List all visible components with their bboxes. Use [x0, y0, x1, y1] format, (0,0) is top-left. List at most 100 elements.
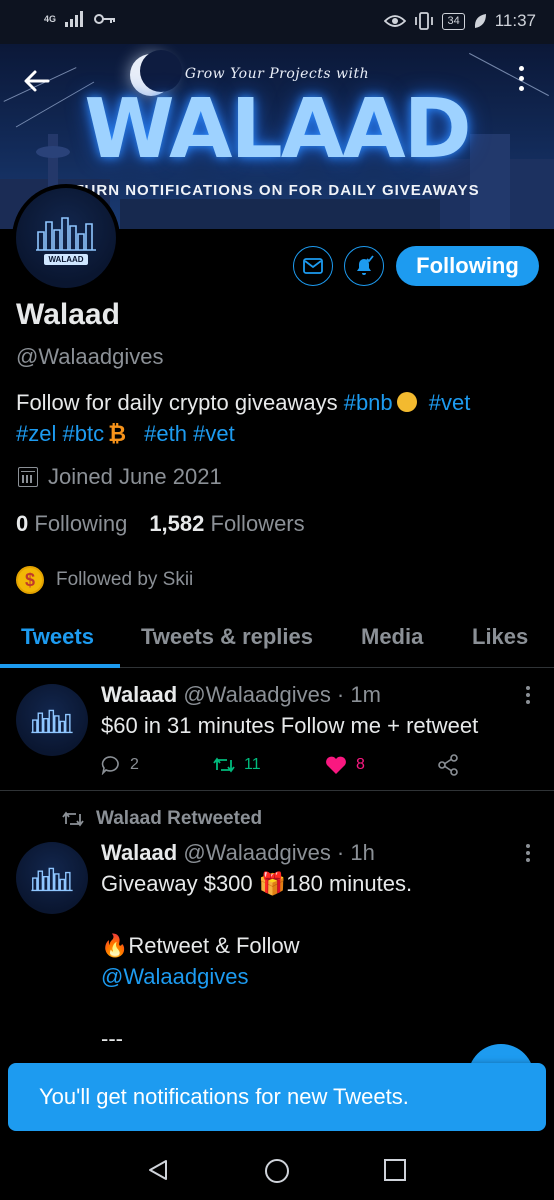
tweet-more-button[interactable] — [526, 844, 532, 865]
tweet-line: Giveaway $300 🎁180 minutes. — [101, 871, 413, 896]
tweet-author-name[interactable]: Walaad — [101, 840, 177, 865]
city-logo-icon — [31, 867, 73, 892]
joined-text: Joined June 2021 — [48, 464, 222, 489]
heart-filled-icon — [326, 756, 346, 774]
tab-tweets-replies[interactable]: Tweets & replies — [141, 624, 313, 650]
tweet-actions: 2 11 8 — [101, 754, 549, 776]
more-dot — [526, 851, 530, 855]
tweet[interactable]: Walaad @Walaadgives · 1m $60 in 31 minut… — [0, 668, 554, 790]
tweet-text: $60 in 31 minutes Follow me + retweet — [101, 713, 479, 738]
more-dot — [518, 86, 524, 91]
nav-back-button[interactable] — [146, 1158, 170, 1187]
square-recents-icon — [384, 1159, 406, 1181]
retweet-count: 11 — [244, 756, 261, 773]
hashtag-link[interactable]: #bnb — [344, 390, 393, 415]
retweet-button[interactable]: 11 — [213, 756, 325, 774]
more-dot — [526, 700, 530, 704]
circle-home-icon — [265, 1159, 289, 1183]
envelope-icon — [303, 258, 323, 274]
more-vertical-icon — [526, 844, 530, 848]
profile-name: Walaad — [16, 298, 120, 331]
profile-avatar[interactable]: WALAAD — [12, 184, 120, 292]
retweeted-text: Walaad Retweeted — [96, 808, 263, 829]
retweeted-indicator[interactable]: Walaad Retweeted — [62, 808, 262, 830]
tweet-line: --- — [101, 1026, 123, 1051]
more-dot — [518, 76, 524, 81]
back-button[interactable] — [22, 66, 54, 98]
tab-media[interactable]: Media — [361, 624, 423, 650]
status-bar: 4G 34 11:37 — [0, 0, 554, 44]
eye-icon — [384, 15, 407, 27]
retweet-icon — [213, 757, 235, 773]
signal-icon — [65, 11, 84, 27]
nav-home-button[interactable] — [264, 1158, 290, 1189]
more-options-button[interactable] — [514, 66, 528, 96]
following-count: 0 — [16, 511, 29, 536]
nav-recents-button[interactable] — [383, 1158, 407, 1187]
follower-avatar: $ — [16, 566, 44, 594]
network-type: 4G — [44, 13, 57, 24]
followers-stat[interactable]: 1,582 Followers — [149, 511, 304, 537]
hashtag-link[interactable]: #vet — [193, 421, 235, 446]
notification-toast: You'll get notifications for new Tweets. — [8, 1063, 546, 1131]
bnb-coin-icon — [396, 392, 417, 412]
profile-tabs: Tweets Tweets & replies Media Likes — [0, 606, 554, 668]
share-button[interactable] — [437, 754, 549, 776]
followers-count: 1,582 — [149, 511, 205, 536]
more-vertical-icon — [518, 66, 524, 71]
joined-date: Joined June 2021 — [18, 464, 222, 490]
like-button[interactable]: 8 — [325, 755, 437, 775]
tweet-header: Walaad @Walaadgives · 1h — [101, 840, 375, 866]
avatar-label: WALAAD — [44, 253, 88, 265]
tweet-more-button[interactable] — [526, 686, 532, 707]
reply-icon — [101, 756, 119, 775]
city-logo-icon — [31, 709, 73, 734]
tweet[interactable]: Walaad @Walaadgives · 1h Giveaway $300 🎁… — [0, 834, 554, 1064]
banner-logo: WALAAD — [84, 82, 471, 177]
following-stat[interactable]: 0 Following — [16, 511, 127, 537]
tab-tweets[interactable]: Tweets — [21, 624, 94, 650]
hashtag-link[interactable]: #zel — [16, 421, 56, 446]
bitcoin-icon: ₿ — [108, 421, 127, 446]
triangle-back-icon — [149, 1160, 167, 1180]
system-navigation-bar — [0, 1140, 554, 1200]
tweet-text: Giveaway $300 🎁180 minutes. 🔥Retweet & F… — [101, 868, 412, 1054]
key-icon — [94, 14, 116, 24]
clock: 11:37 — [494, 11, 536, 30]
like-count: 8 — [356, 756, 365, 773]
bio-text: Follow for daily crypto giveaways — [16, 390, 338, 415]
more-dot — [526, 693, 530, 697]
more-vertical-icon — [526, 686, 530, 690]
message-button[interactable] — [293, 246, 333, 286]
mention-link[interactable]: @Walaadgives — [101, 961, 412, 992]
reply-button[interactable]: 2 — [101, 755, 213, 775]
battery-indicator: 34 — [442, 12, 465, 30]
retweet-icon — [62, 811, 84, 827]
followers-label: Followers — [210, 511, 305, 536]
profile-handle: @Walaadgives — [16, 344, 164, 369]
banner-tagline: Grow Your Projects with — [184, 66, 370, 82]
bell-check-icon — [357, 255, 374, 275]
tweet-author-name[interactable]: Walaad — [101, 682, 177, 707]
tweet-avatar[interactable] — [16, 684, 88, 756]
tweet-avatar[interactable] — [16, 842, 88, 914]
followed-by[interactable]: $ Followed by Skii — [16, 566, 193, 594]
calendar-icon — [18, 467, 38, 487]
following-label: Following — [34, 511, 128, 536]
hashtag-link[interactable]: #eth — [144, 421, 187, 446]
following-button[interactable]: Following — [396, 246, 539, 286]
share-icon — [438, 754, 458, 776]
notifications-button[interactable] — [344, 246, 384, 286]
hashtag-link[interactable]: #btc — [62, 421, 104, 446]
profile-bio: Follow for daily crypto giveaways #bnb #… — [16, 387, 536, 449]
city-logo-icon — [36, 216, 96, 251]
hashtag-link[interactable]: #vet — [429, 390, 471, 415]
tab-likes[interactable]: Likes — [472, 624, 528, 650]
reply-count: 2 — [130, 756, 139, 773]
arrow-left-icon — [24, 70, 50, 92]
tweet-line: 🔥Retweet & Follow — [101, 933, 300, 958]
city-skyline — [120, 199, 440, 229]
tweet-header: Walaad @Walaadgives · 1m — [101, 682, 381, 708]
